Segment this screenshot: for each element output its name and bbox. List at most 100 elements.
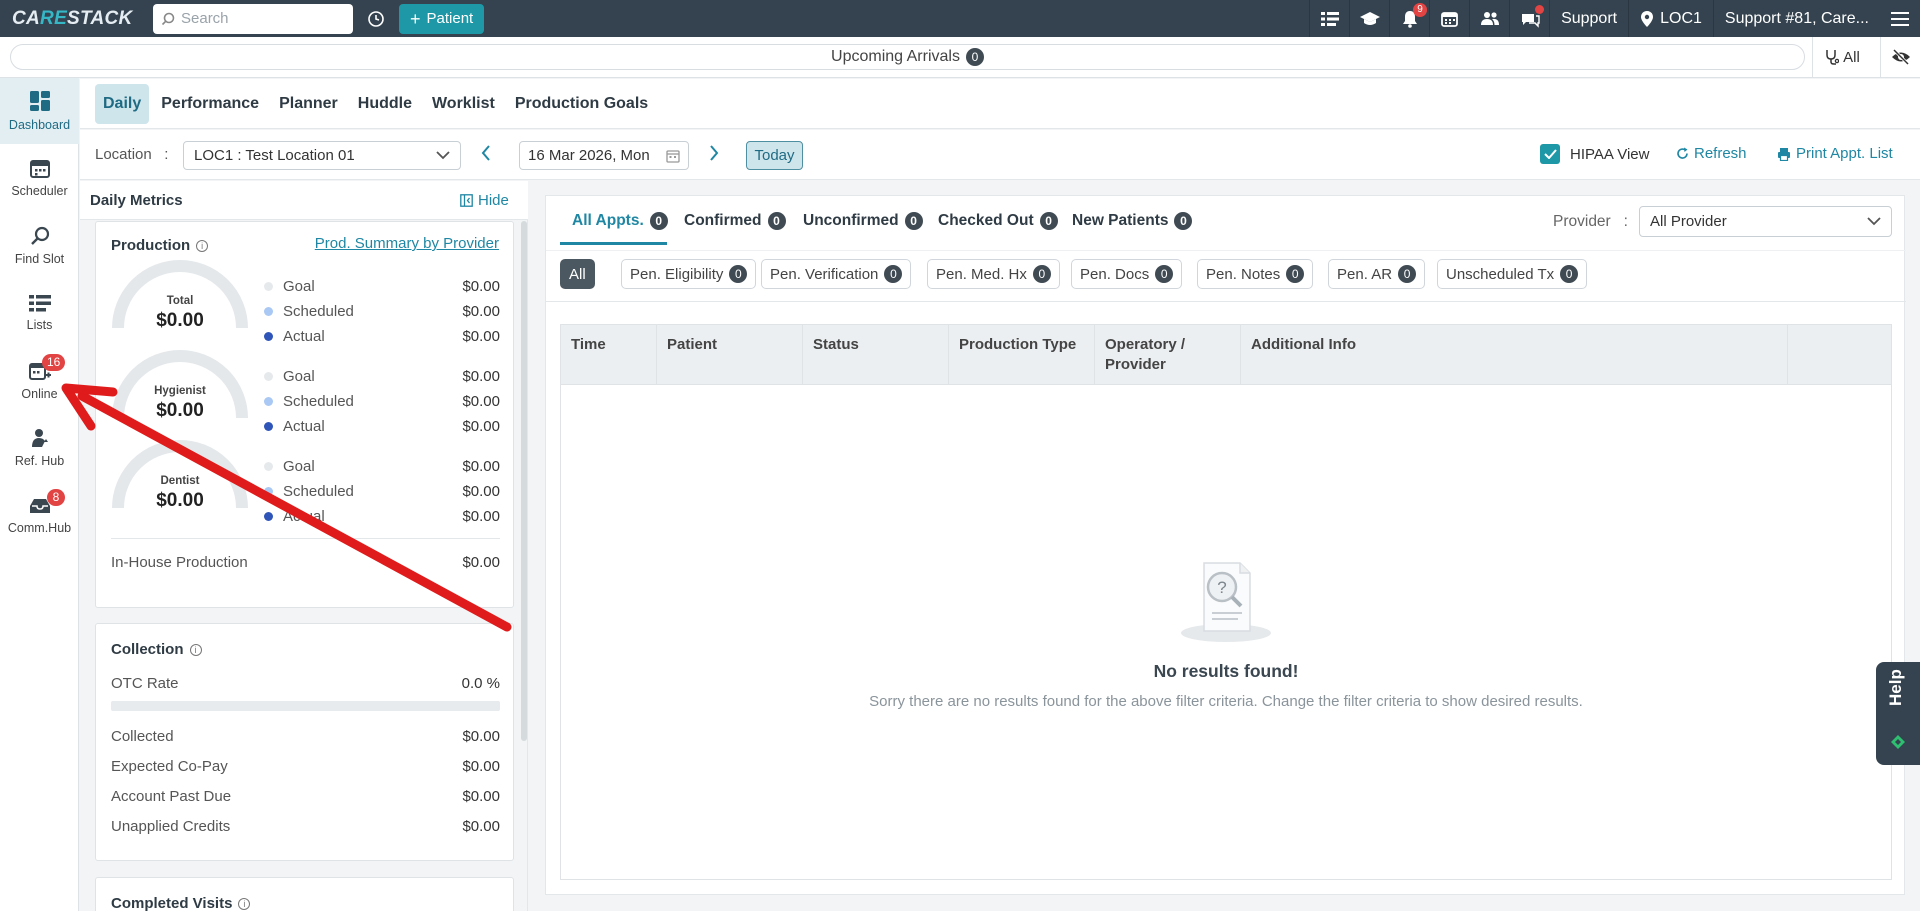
column-time[interactable]: Time	[571, 335, 606, 355]
prod-summary-by-provider-link[interactable]: Prod. Summary by Provider	[315, 235, 499, 252]
tab-confirmed-count: 0	[767, 212, 786, 230]
chip-pen-med-hx[interactable]: Pen. Med. Hx 0	[927, 259, 1060, 289]
chip-pen-ar[interactable]: Pen. AR 0	[1328, 259, 1426, 289]
chat-icon[interactable]	[1509, 0, 1549, 37]
nav-lists-label: Lists	[26, 318, 53, 332]
tab-checked-out[interactable]: Checked Out 0	[938, 212, 1058, 230]
tab-all-appts[interactable]: All Appts. 0	[572, 212, 668, 230]
chip-count: 0	[1155, 265, 1174, 283]
today-button[interactable]: Today	[746, 141, 803, 170]
support-label: Support	[1561, 9, 1618, 27]
tab-all-appts-count: 0	[649, 212, 668, 230]
no-results-document-icon: ?	[1181, 562, 1271, 642]
nav-scheduler[interactable]: Scheduler	[0, 145, 79, 211]
tab-performance[interactable]: Performance	[153, 84, 267, 124]
info-icon[interactable]: i	[189, 643, 202, 656]
eye-slash-icon[interactable]	[1880, 37, 1920, 77]
history-icon[interactable]	[365, 8, 387, 30]
notifications-bell-icon[interactable]: 9	[1389, 0, 1429, 37]
actual-label: Actual	[283, 327, 325, 345]
chip-pen-notes[interactable]: Pen. Notes 0	[1197, 259, 1314, 289]
nav-dashboard[interactable]: Dashboard	[0, 78, 79, 144]
pending-filter-chips: All Pen. Eligibility 0 Pen. Verification 0…	[546, 250, 1906, 302]
chip-pen-eligibility[interactable]: Pen. Eligibility 0	[621, 259, 757, 289]
tab-production-goals[interactable]: Production Goals	[507, 84, 656, 124]
chevron-right-icon[interactable]	[708, 144, 720, 162]
actual-dot	[264, 331, 273, 341]
chevron-left-icon[interactable]	[480, 144, 492, 162]
nav-comm-hub[interactable]: Comm.Hub 8	[0, 483, 79, 549]
calendar-icon[interactable]	[1429, 0, 1469, 37]
tab-huddle[interactable]: Huddle	[350, 84, 420, 124]
arrivals-filter-all[interactable]: All	[1812, 37, 1872, 77]
chat-alert-dot	[1535, 5, 1545, 14]
completed-visits-title-text: Completed Visits	[111, 895, 233, 911]
account-menu[interactable]: Support #81, Care...	[1712, 0, 1880, 37]
goal-dot	[264, 371, 273, 381]
total-actual-row: Actual $0.00	[264, 327, 500, 345]
upcoming-arrivals-toggle[interactable]: Upcoming Arrivals 0	[10, 44, 1805, 70]
date-picker[interactable]: 16 Mar 2026, Mon	[519, 141, 689, 170]
account-past-due-row: Account Past Due $0.00	[111, 788, 500, 805]
nav-online-label: Online	[21, 387, 58, 401]
nav-lists[interactable]: Lists	[0, 280, 79, 346]
actual-label: Actual	[283, 507, 325, 525]
dashboard-tabs: Daily Performance Planner Huddle Worklis…	[80, 79, 1920, 129]
nav-online[interactable]: Online 16	[0, 348, 79, 414]
tab-planner[interactable]: Planner	[271, 84, 346, 124]
chip-label: Pen. Docs	[1080, 265, 1150, 283]
location-switcher[interactable]: LOC1	[1628, 0, 1713, 37]
chip-pen-docs[interactable]: Pen. Docs 0	[1071, 259, 1183, 289]
column-operatory-provider[interactable]: Operatory / Provider	[1105, 335, 1215, 375]
chip-label: Pen. AR	[1337, 265, 1393, 283]
hamburger-menu-icon[interactable]	[1880, 0, 1920, 37]
tab-unconfirmed[interactable]: Unconfirmed 0	[803, 212, 923, 230]
chip-count: 0	[1560, 265, 1579, 283]
refresh-button[interactable]: Refresh	[1676, 145, 1747, 162]
nav-find-slot[interactable]: Find Slot	[0, 213, 79, 279]
collection-title: Collection i	[111, 641, 202, 658]
column-patient[interactable]: Patient	[667, 335, 717, 355]
info-icon[interactable]: i	[196, 239, 209, 252]
column-status[interactable]: Status	[813, 335, 859, 355]
dentist-actual-row: Actual $0.00	[264, 507, 500, 525]
account-label: Support #81, Care...	[1724, 9, 1869, 27]
help-tab[interactable]: Help	[1876, 662, 1920, 765]
location-select[interactable]: LOC1 : Test Location 01	[183, 141, 461, 170]
provider-label-text: Provider	[1553, 213, 1611, 230]
provider-select[interactable]: All Provider	[1639, 206, 1892, 237]
column-additional-info[interactable]: Additional Info	[1251, 335, 1356, 355]
scheduled-amount: $0.00	[462, 482, 500, 500]
hipaa-view-toggle[interactable]: HIPAA View	[1540, 144, 1649, 164]
checkmark-icon	[1543, 149, 1557, 159]
hipaa-checkbox[interactable]	[1540, 144, 1560, 164]
chip-all[interactable]: All	[560, 259, 595, 289]
search-box[interactable]: Search	[153, 3, 353, 34]
hide-metrics-button[interactable]: Hide	[460, 192, 509, 209]
graduation-cap-icon[interactable]	[1349, 0, 1389, 37]
carestack-logo[interactable]: CARESTACK	[12, 8, 140, 29]
chip-label: Pen. Med. Hx	[936, 265, 1027, 283]
tab-unconfirmed-count: 0	[904, 212, 923, 230]
tab-confirmed[interactable]: Confirmed 0	[684, 212, 786, 230]
users-icon[interactable]	[1469, 0, 1509, 37]
print-appt-list-button[interactable]: Print Appt. List	[1777, 145, 1893, 162]
chip-unscheduled-tx[interactable]: Unscheduled Tx 0	[1437, 259, 1588, 289]
chevron-down-icon	[436, 151, 450, 160]
chip-pen-verification[interactable]: Pen. Verification 0	[761, 259, 912, 289]
goal-label: Goal	[283, 457, 315, 475]
scheduled-dot	[264, 396, 273, 406]
tasks-icon[interactable]	[1309, 0, 1349, 37]
tab-daily[interactable]: Daily	[95, 83, 150, 124]
column-production-type[interactable]: Production Type	[959, 335, 1076, 355]
daily-metrics-title: Daily Metrics	[90, 192, 183, 209]
tab-worklist[interactable]: Worklist	[424, 84, 503, 124]
tab-new-patients[interactable]: New Patients 0	[1072, 212, 1193, 230]
metrics-scrollbar[interactable]	[521, 221, 527, 741]
support-link[interactable]: Support	[1549, 0, 1628, 37]
add-patient-button[interactable]: + Patient	[399, 3, 485, 34]
info-icon[interactable]: i	[238, 897, 251, 910]
nav-ref-hub[interactable]: Ref. Hub	[0, 415, 79, 481]
table-header: Time Patient Status Production Type Oper…	[561, 325, 1891, 385]
collection-title-text: Collection	[111, 641, 184, 658]
